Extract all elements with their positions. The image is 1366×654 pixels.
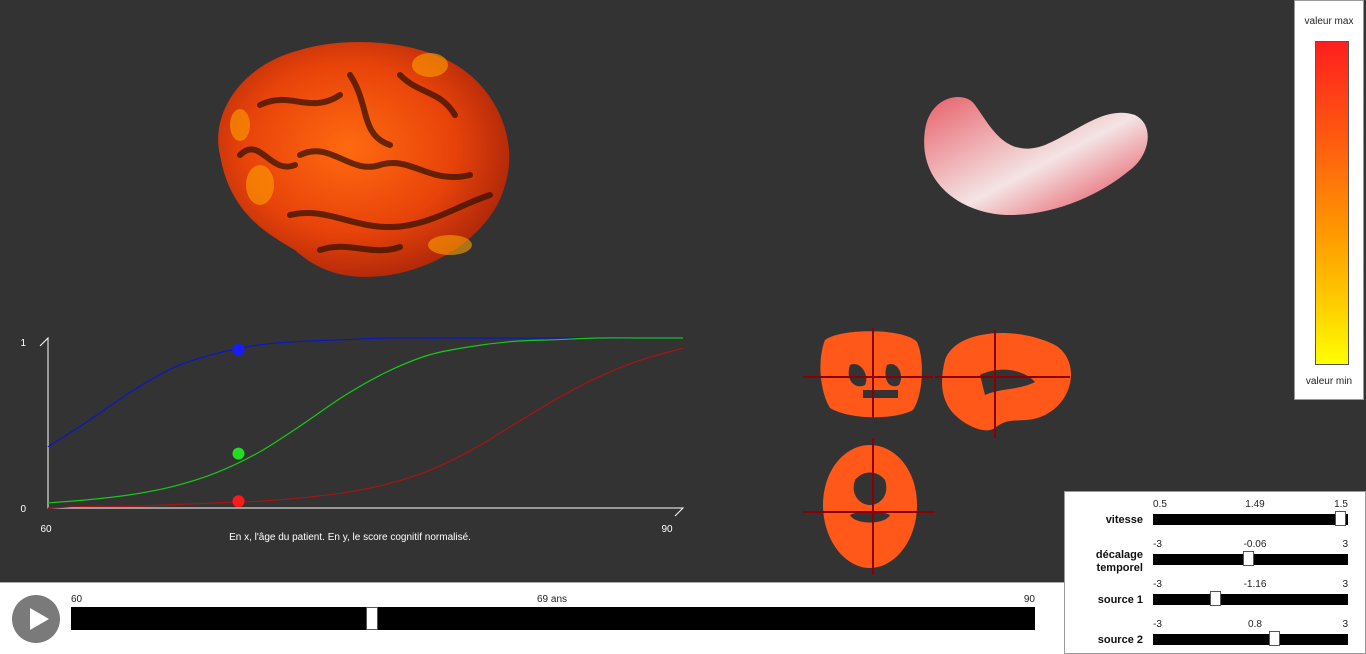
control-min-source-2: -3 — [1153, 619, 1162, 630]
play-button[interactable] — [12, 595, 60, 643]
timeline-slider-track[interactable] — [71, 607, 1035, 630]
control-min-source-1: -3 — [1153, 579, 1162, 590]
chart-caption: En x, l'âge du patient. En y, le score c… — [229, 532, 471, 543]
color-legend: valeur max valeur min — [1294, 0, 1364, 400]
control-slider-source-1[interactable] — [1153, 591, 1348, 606]
control-value-decalage-temporel: -0.06 — [1243, 539, 1267, 550]
series-line-1 — [47, 337, 683, 504]
brain-3d-view[interactable] — [200, 35, 520, 285]
control-label-source-2: source 2 — [1097, 634, 1143, 646]
control-max-source-2: 3 — [1342, 619, 1348, 630]
y-tick-label-min: 0 — [20, 504, 26, 515]
control-label-decalage-temporel: décalage temporel — [1095, 549, 1143, 574]
control-value-source-1: -1.16 — [1243, 579, 1267, 590]
control-label-vitesse: vitesse — [1105, 514, 1143, 526]
timeline-value: 69 ans — [536, 594, 568, 605]
cognitive-score-chart: 1 0 60 90 — [0, 320, 700, 550]
control-max-decalage-temporel: 3 — [1342, 539, 1348, 550]
timeline-min: 60 — [71, 594, 83, 605]
age-timeline: 60 69 ans 90 — [0, 582, 1064, 654]
parameter-controls-panel: vitesse 0.5 1.49 1.5 décalage temporel -3 -0.0… — [1064, 491, 1366, 654]
control-min-decalage-temporel: -3 — [1153, 539, 1162, 550]
control-slider-thumb-decalage-temporel[interactable] — [1243, 551, 1255, 566]
control-slider-thumb-source-1[interactable] — [1210, 591, 1222, 606]
play-icon — [30, 608, 49, 630]
control-value-vitesse: 1.49 — [1245, 499, 1265, 510]
control-slider-source-2[interactable] — [1153, 631, 1348, 646]
color-gradient-bar — [1315, 41, 1349, 365]
control-slider-decalage-temporel[interactable] — [1153, 551, 1348, 566]
mri-slice-views[interactable] — [795, 320, 1085, 580]
timeline-max: 90 — [1023, 594, 1035, 605]
control-slider-thumb-source-2[interactable] — [1268, 631, 1280, 646]
hippocampus-3d-view[interactable] — [905, 85, 1155, 225]
control-max-source-1: 3 — [1342, 579, 1348, 590]
marker-point-0 — [232, 343, 245, 356]
control-min-vitesse: 0.5 — [1153, 499, 1167, 510]
legend-max-label: valeur max — [1304, 16, 1354, 27]
series-line-2 — [47, 347, 684, 509]
axial-slice — [823, 445, 917, 568]
control-value-source-2: 0.8 — [1248, 619, 1262, 630]
timeline-slider-thumb[interactable] — [366, 607, 379, 630]
control-max-vitesse: 1.5 — [1334, 499, 1348, 510]
legend-min-label: valeur min — [1305, 376, 1353, 387]
series-line-0 — [47, 337, 683, 448]
coronal-slice — [820, 331, 922, 418]
control-slider-thumb-vitesse[interactable] — [1335, 511, 1347, 526]
control-slider-vitesse[interactable] — [1153, 511, 1348, 526]
marker-point-1 — [232, 447, 245, 460]
control-label-source-1: source 1 — [1097, 594, 1143, 606]
y-tick-label-max: 1 — [20, 338, 26, 349]
marker-point-2 — [232, 495, 245, 508]
